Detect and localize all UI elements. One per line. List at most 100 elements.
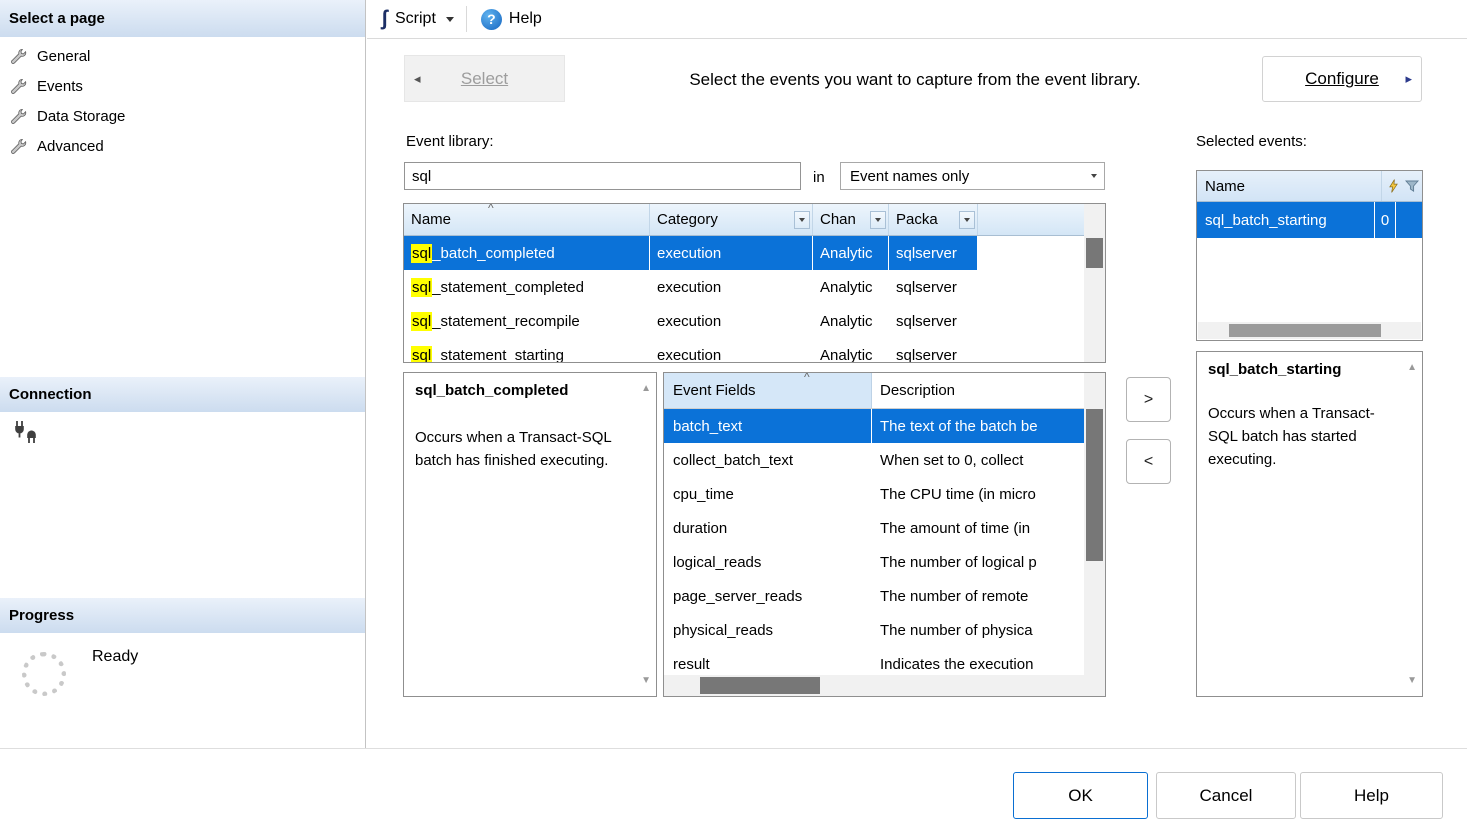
vertical-scrollbar[interactable] (1084, 204, 1105, 362)
configure-button[interactable]: Configure ▸ (1262, 56, 1422, 102)
event-fields-body: batch_textThe text of the batch becollec… (664, 409, 1105, 681)
search-scope-dropdown[interactable]: Event names only (840, 162, 1105, 190)
selected-events-label: Selected events: (1196, 133, 1307, 150)
cancel-button[interactable]: Cancel (1156, 772, 1296, 819)
event-package-cell: sqlserver (889, 236, 978, 270)
event-row[interactable]: sql_statement_recompileexecutionAnalytic… (404, 304, 1105, 338)
sidebar: Select a page GeneralEventsData StorageA… (0, 0, 366, 748)
event-description-title: sql_batch_completed (415, 382, 645, 399)
lightning-icon[interactable] (1388, 179, 1399, 193)
event-category-cell: execution (650, 270, 813, 304)
event-package-cell: sqlserver (889, 270, 978, 304)
progress-body: Ready (0, 640, 365, 740)
sidebar-item-label: Events (37, 78, 83, 95)
selected-event-name: sql_batch_starting (1197, 202, 1374, 238)
chevron-down-icon (875, 218, 881, 222)
event-field-row[interactable]: logical_readsThe number of logical p (664, 545, 1105, 579)
row-filler (1396, 202, 1422, 238)
event-field-row[interactable]: cpu_timeThe CPU time (in micro (664, 477, 1105, 511)
event-name-cell: sql_statement_recompile (404, 304, 650, 338)
event-name-text: _batch_completed (432, 245, 555, 262)
event-search-input[interactable] (404, 162, 801, 190)
vertical-scrollbar[interactable] (1084, 373, 1105, 696)
select-nav-button[interactable]: ◂ Select (404, 55, 565, 102)
sidebar-item-data-storage[interactable]: Data Storage (0, 101, 365, 131)
column-description-label: Description (880, 382, 955, 399)
search-match-highlight: sql (411, 346, 432, 364)
add-event-button[interactable]: > (1126, 377, 1171, 422)
column-filter-dropdown[interactable] (959, 211, 975, 229)
help-toolbar-button[interactable]: ? Help (475, 4, 548, 34)
script-button[interactable]: ʃ Script (375, 4, 442, 34)
scroll-down-icon[interactable]: ▼ (641, 675, 651, 686)
help-button-footer[interactable]: Help (1300, 772, 1443, 819)
horizontal-scrollbar[interactable] (1198, 322, 1421, 339)
event-field-row[interactable]: physical_readsThe number of physica (664, 613, 1105, 647)
event-channel-cell: Analytic (813, 236, 889, 270)
event-name-text: _statement_completed (432, 279, 584, 296)
chevron-down-icon (1091, 163, 1097, 189)
field-name-cell: collect_batch_text (664, 443, 872, 477)
script-dropdown-button[interactable] (442, 4, 458, 34)
configure-label: Configure (1305, 69, 1379, 89)
column-header-channel[interactable]: Chan (813, 204, 889, 235)
in-label: in (813, 169, 825, 186)
filter-icon[interactable] (1405, 180, 1419, 193)
chevron-down-icon (964, 218, 970, 222)
connection-body (12, 420, 38, 448)
selected-event-description-panel: sql_batch_starting Occurs when a Transac… (1196, 351, 1423, 697)
selected-event-description-text: Occurs when a Transact-SQL batch has sta… (1208, 402, 1386, 471)
event-channel-cell: Analytic (813, 338, 889, 363)
scroll-down-icon[interactable]: ▼ (1407, 675, 1417, 686)
column-header-name[interactable]: Name (1205, 178, 1245, 195)
sidebar-item-events[interactable]: Events (0, 71, 365, 101)
event-row[interactable]: sql_statement_completedexecutionAnalytic… (404, 270, 1105, 304)
sidebar-item-general[interactable]: General (0, 41, 365, 71)
sidebar-item-label: Advanced (37, 138, 104, 155)
event-field-row[interactable]: batch_textThe text of the batch be (664, 409, 1105, 443)
ok-button[interactable]: OK (1013, 772, 1148, 819)
scrollbar-thumb[interactable] (1229, 324, 1381, 337)
column-header-description[interactable]: Description (872, 373, 1105, 408)
remove-event-button[interactable]: < (1126, 439, 1171, 484)
selected-events-body: sql_batch_starting0 (1197, 202, 1422, 238)
script-icon: ʃ (381, 9, 388, 29)
sidebar-item-label: General (37, 48, 90, 65)
scroll-up-icon[interactable]: ▲ (641, 383, 651, 394)
field-name-cell: page_server_reads (664, 579, 872, 613)
scrollbar-thumb[interactable] (1086, 409, 1103, 561)
column-header-category[interactable]: Category (650, 204, 813, 235)
event-field-row[interactable]: durationThe amount of time (in (664, 511, 1105, 545)
field-description-cell: The CPU time (in micro (872, 477, 1105, 511)
search-match-highlight: sql (411, 278, 432, 297)
selected-event-row[interactable]: sql_batch_starting0 (1197, 202, 1422, 238)
progress-title: Progress (9, 607, 74, 624)
event-field-row[interactable]: page_server_readsThe number of remote (664, 579, 1105, 613)
column-header-package[interactable]: Packa (889, 204, 978, 235)
event-row[interactable]: sql_batch_completedexecutionAnalyticsqls… (404, 236, 1105, 270)
column-filter-dropdown[interactable] (794, 211, 810, 229)
column-filter-dropdown[interactable] (870, 211, 886, 229)
selected-events-table: Name sql_batch_starting0 (1196, 170, 1423, 341)
field-description-cell: The number of physica (872, 613, 1105, 647)
event-name-cell: sql_statement_completed (404, 270, 650, 304)
column-header-event-fields[interactable]: ^ Event Fields (664, 373, 872, 408)
column-channel-label: Chan (820, 211, 856, 228)
sidebar-item-advanced[interactable]: Advanced (0, 131, 365, 161)
search-match-highlight: sql (411, 244, 432, 263)
search-match-highlight: sql (411, 312, 432, 331)
event-field-row[interactable]: collect_batch_textWhen set to 0, collect (664, 443, 1105, 477)
page-wrench-icon (9, 77, 28, 96)
scrollbar-thumb[interactable] (1086, 238, 1103, 268)
column-header-name[interactable]: ^ Name (404, 204, 650, 235)
scroll-up-icon[interactable]: ▲ (1407, 362, 1417, 373)
field-description-cell: The number of remote (872, 579, 1105, 613)
event-row[interactable]: sql_statement_startingexecutionAnalytics… (404, 338, 1105, 363)
help-icon: ? (481, 9, 502, 30)
event-channel-cell: Analytic (813, 270, 889, 304)
scrollbar-thumb[interactable] (700, 677, 820, 694)
event-name-text: _statement_recompile (432, 313, 580, 330)
field-description-cell: The text of the batch be (872, 409, 1105, 443)
connection-header: Connection (0, 377, 365, 412)
horizontal-scrollbar[interactable] (664, 675, 1084, 696)
